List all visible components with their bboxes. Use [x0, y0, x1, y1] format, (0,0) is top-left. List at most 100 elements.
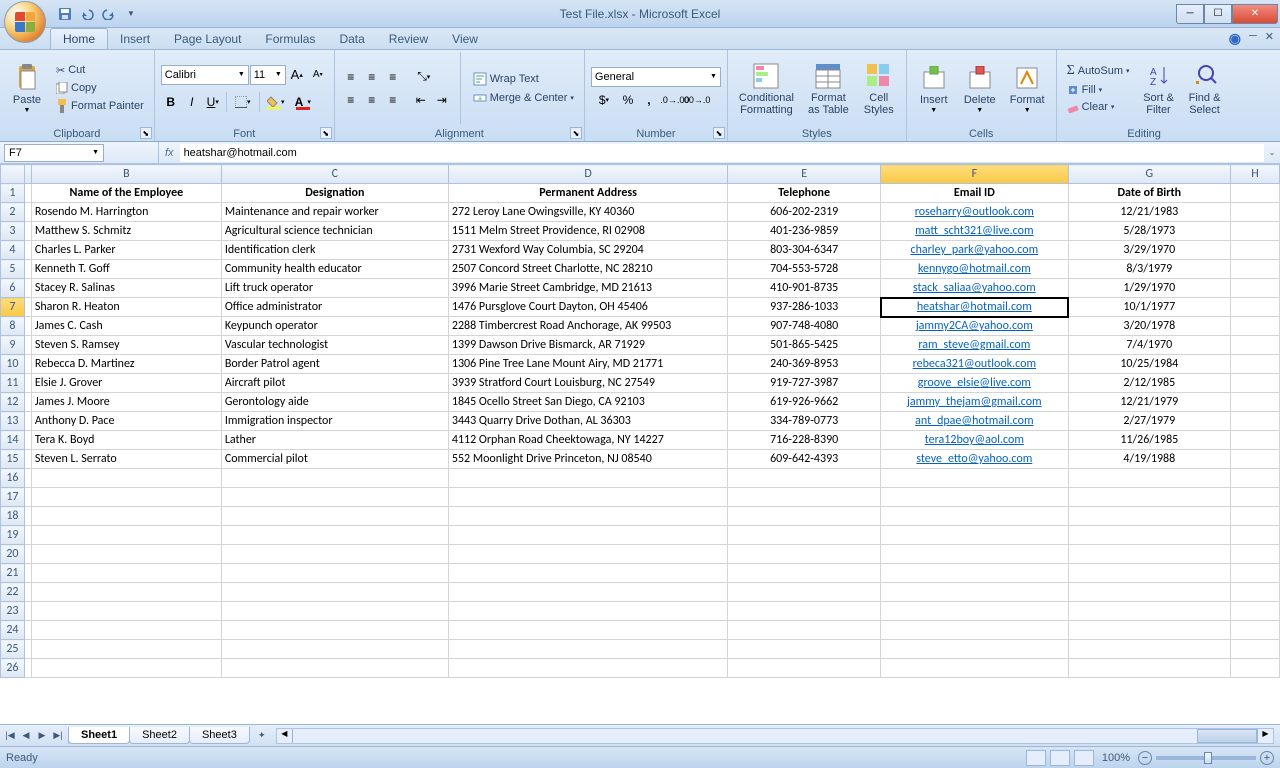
format-cells-button[interactable]: Format▼ — [1005, 52, 1050, 124]
cell-email[interactable]: steve_etto@yahoo.com — [881, 450, 1069, 469]
row-header-3[interactable]: 3 — [1, 222, 25, 241]
cell[interactable]: 619-926-9662 — [728, 393, 881, 412]
cell[interactable]: James C. Cash — [31, 317, 221, 336]
cell-email[interactable]: jammy_thejam@gmail.com — [881, 393, 1069, 412]
increase-font-icon[interactable]: A▴ — [287, 65, 307, 85]
cell-email[interactable]: matt_scht321@live.com — [881, 222, 1069, 241]
cell[interactable]: Rebecca D. Martinez — [31, 355, 221, 374]
cell[interactable]: 8/3/1979 — [1068, 260, 1230, 279]
decrease-decimal-icon[interactable]: .00→.0 — [686, 90, 706, 110]
col-A[interactable] — [24, 165, 31, 184]
cell-email[interactable]: ram_steve@gmail.com — [881, 336, 1069, 355]
sheet-nav-next[interactable]: ▶ — [34, 728, 50, 744]
cell[interactable]: 2731 Wexford Way Columbia, SC 29204 — [448, 241, 727, 260]
cell[interactable]: 552 Moonlight Drive Princeton, NJ 08540 — [448, 450, 727, 469]
header-cell[interactable]: Telephone — [728, 184, 881, 203]
header-cell[interactable]: Date of Birth — [1068, 184, 1230, 203]
cell[interactable]: 907-748-4080 — [728, 317, 881, 336]
row-header-20[interactable]: 20 — [1, 545, 25, 564]
cell[interactable]: 3939 Stratford Court Louisburg, NC 27549 — [448, 374, 727, 393]
cell[interactable]: Lift truck operator — [221, 279, 448, 298]
header-cell[interactable]: Designation — [221, 184, 448, 203]
cell[interactable]: Stacey R. Salinas — [31, 279, 221, 298]
tab-home[interactable]: Home — [50, 28, 108, 49]
paste-button[interactable]: Paste ▼ — [6, 52, 48, 124]
zoom-in-icon[interactable]: + — [1260, 751, 1274, 765]
cell-email[interactable]: ant_dpae@hotmail.com — [881, 412, 1069, 431]
cell[interactable]: James J. Moore — [31, 393, 221, 412]
qat-save[interactable] — [56, 5, 74, 23]
col-header-D[interactable]: D — [448, 165, 727, 184]
tab-page-layout[interactable]: Page Layout — [162, 29, 253, 49]
cell[interactable]: 3/20/1978 — [1068, 317, 1230, 336]
row-header-24[interactable]: 24 — [1, 621, 25, 640]
cell[interactable]: Agricultural science technician — [221, 222, 448, 241]
cell-email[interactable]: jammy2CA@yahoo.com — [881, 317, 1069, 336]
cell[interactable]: 606-202-2319 — [728, 203, 881, 222]
name-box[interactable]: F7▼ — [4, 144, 104, 162]
cell[interactable]: 2/27/1979 — [1068, 412, 1230, 431]
row-header-18[interactable]: 18 — [1, 507, 25, 526]
row-header-8[interactable]: 8 — [1, 317, 25, 336]
row-header-12[interactable]: 12 — [1, 393, 25, 412]
sheet-tab-sheet3[interactable]: Sheet3 — [189, 727, 250, 744]
cell[interactable]: 716-228-8390 — [728, 431, 881, 450]
align-left-icon[interactable]: ≡ — [341, 90, 361, 110]
view-layout-icon[interactable] — [1050, 750, 1070, 766]
cell[interactable]: 334-789-0773 — [728, 412, 881, 431]
autosum-button[interactable]: ΣAutoSum▾ — [1063, 61, 1134, 81]
cell-email[interactable]: kennygo@hotmail.com — [881, 260, 1069, 279]
cell[interactable]: 2507 Concord Street Charlotte, NC 28210 — [448, 260, 727, 279]
tab-view[interactable]: View — [440, 29, 490, 49]
cell[interactable]: Sharon R. Heaton — [31, 298, 221, 317]
cell[interactable]: 5/28/1973 — [1068, 222, 1230, 241]
cell[interactable]: 272 Leroy Lane Owingsville, KY 40360 — [448, 203, 727, 222]
cell[interactable]: 3996 Marie Street Cambridge, MD 21613 — [448, 279, 727, 298]
currency-icon[interactable]: $▾ — [591, 90, 617, 110]
row-header-22[interactable]: 22 — [1, 583, 25, 602]
row-header-19[interactable]: 19 — [1, 526, 25, 545]
col-header-E[interactable]: E — [728, 165, 881, 184]
cell[interactable]: 4112 Orphan Road Cheektowaga, NY 14227 — [448, 431, 727, 450]
cell[interactable]: Anthony D. Pace — [31, 412, 221, 431]
cell[interactable]: 1511 Melm Street Providence, RI 02908 — [448, 222, 727, 241]
cell-email[interactable]: roseharry@outlook.com — [881, 203, 1069, 222]
copy-button[interactable]: Copy — [52, 80, 148, 96]
cell[interactable]: 10/1/1977 — [1068, 298, 1230, 317]
row-header-5[interactable]: 5 — [1, 260, 25, 279]
fx-icon[interactable]: fx — [159, 147, 180, 159]
cell[interactable]: 10/25/1984 — [1068, 355, 1230, 374]
sheet-nav-first[interactable]: |◀ — [2, 728, 18, 744]
qat-undo[interactable] — [78, 5, 96, 23]
cell[interactable]: 7/4/1970 — [1068, 336, 1230, 355]
number-launcher[interactable]: ⬊ — [713, 127, 725, 139]
office-button[interactable] — [4, 1, 46, 43]
cell[interactable]: Steven L. Serrato — [31, 450, 221, 469]
merge-center-button[interactable]: aMerge & Center▾ — [469, 89, 578, 107]
font-color-button[interactable]: A▾ — [290, 92, 316, 112]
cell[interactable]: 12/21/1983 — [1068, 203, 1230, 222]
col-header-C[interactable]: C — [221, 165, 448, 184]
row-header-4[interactable]: 4 — [1, 241, 25, 260]
row-header-23[interactable]: 23 — [1, 602, 25, 621]
bold-button[interactable]: B — [161, 92, 181, 112]
cell[interactable]: 401-236-9859 — [728, 222, 881, 241]
col-header-G[interactable]: G — [1068, 165, 1230, 184]
cell[interactable]: 609-642-4393 — [728, 450, 881, 469]
orientation-icon[interactable]: ⤡▾ — [411, 67, 437, 87]
zoom-out-icon[interactable]: − — [1138, 751, 1152, 765]
row-header-25[interactable]: 25 — [1, 640, 25, 659]
header-cell[interactable]: Name of the Employee — [31, 184, 221, 203]
format-as-table-button[interactable]: Format as Table — [803, 52, 854, 124]
tab-insert[interactable]: Insert — [108, 29, 162, 49]
cell[interactable]: Elsie J. Grover — [31, 374, 221, 393]
border-button[interactable]: ▾ — [230, 92, 256, 112]
cell[interactable]: Aircraft pilot — [221, 374, 448, 393]
ribbon-minimize[interactable]: ─ — [1249, 30, 1257, 47]
cell[interactable]: 3/29/1970 — [1068, 241, 1230, 260]
tab-formulas[interactable]: Formulas — [253, 29, 327, 49]
tab-review[interactable]: Review — [377, 29, 440, 49]
cell-email[interactable]: groove_elsie@live.com — [881, 374, 1069, 393]
font-name-select[interactable]: Calibri▼ — [161, 65, 249, 85]
cell[interactable]: 11/26/1985 — [1068, 431, 1230, 450]
